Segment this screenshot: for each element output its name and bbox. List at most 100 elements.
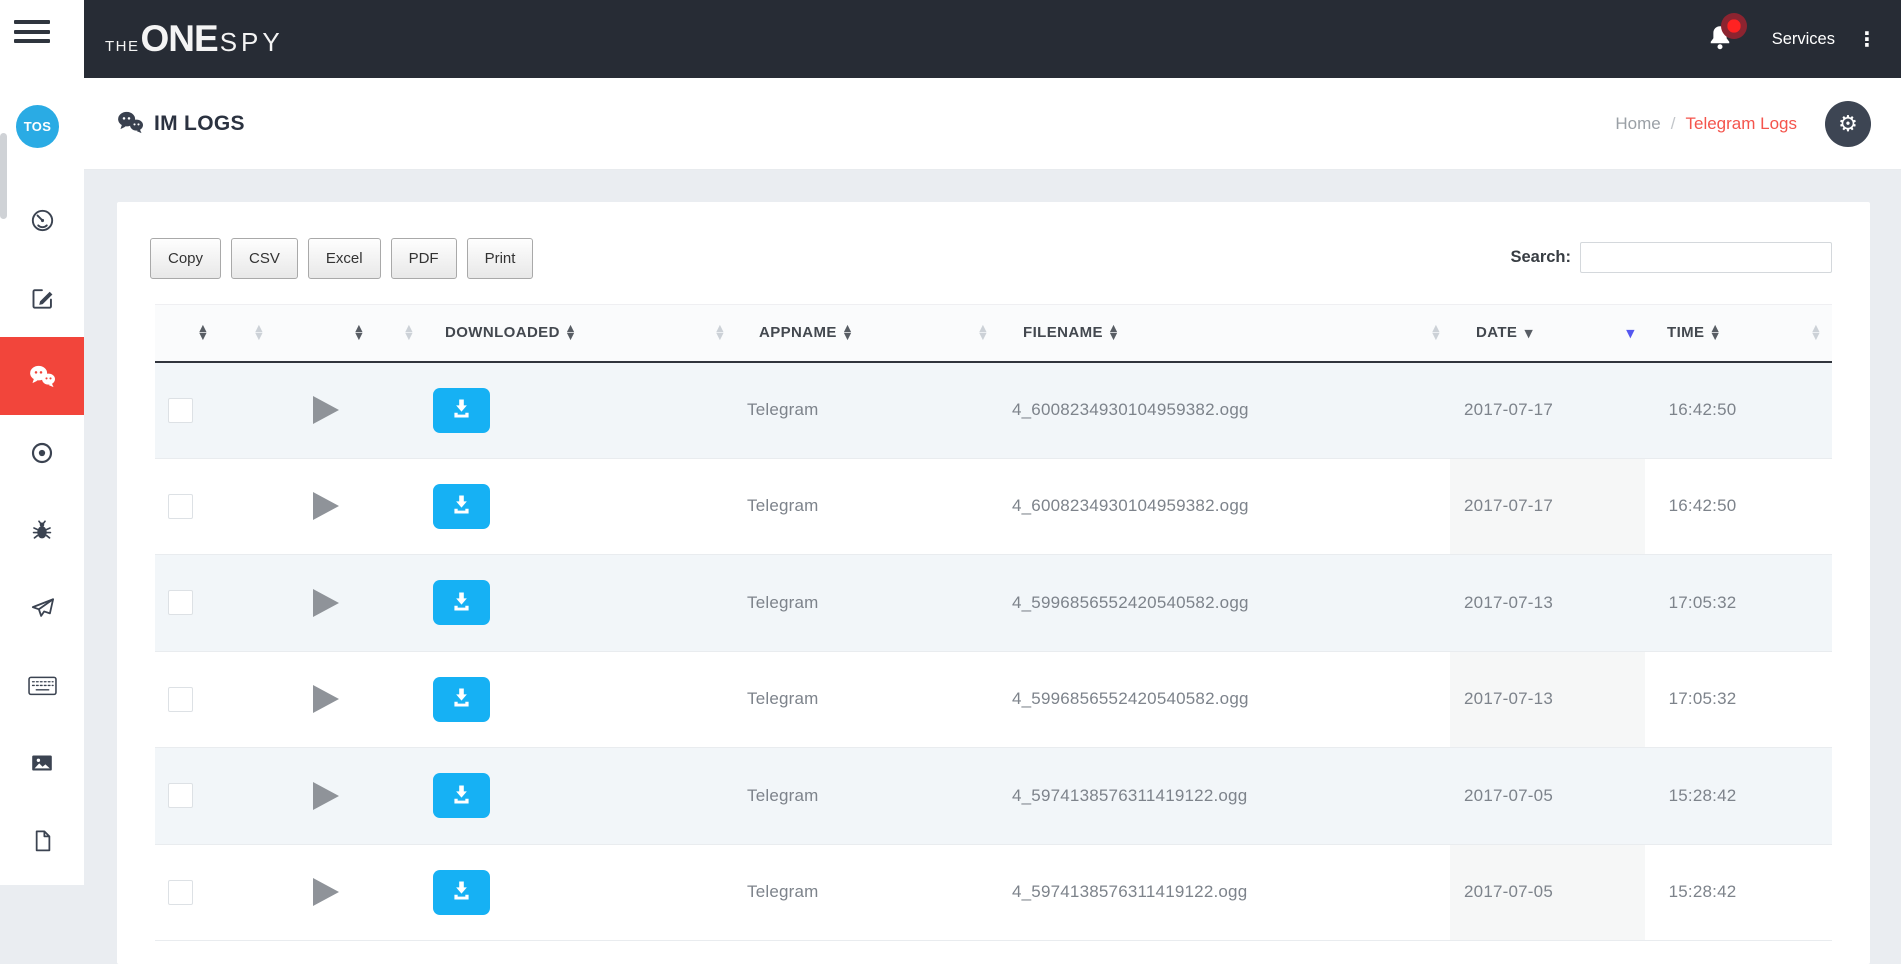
sort-icon: ▲ ▼ bbox=[255, 323, 263, 343]
column-label: DOWNLOADED bbox=[445, 324, 560, 342]
search-input[interactable] bbox=[1580, 242, 1832, 273]
sidebar-item-dashboard[interactable] bbox=[0, 182, 84, 260]
cell-date: 2017-07-17 bbox=[1450, 458, 1567, 555]
breadcrumb: Home / Telegram Logs bbox=[1615, 78, 1797, 170]
play-button[interactable] bbox=[313, 396, 339, 424]
cell-filename: 4_5996856552420540582.ogg bbox=[997, 554, 1287, 652]
search-wrap: Search: bbox=[1510, 242, 1832, 273]
column-header-hidden-1[interactable]: ▲ ▼ bbox=[217, 304, 293, 363]
column-header-date[interactable]: DATE ▼ bbox=[1450, 304, 1567, 363]
play-button[interactable] bbox=[313, 588, 339, 617]
notifications-bell-icon[interactable] bbox=[1704, 13, 1747, 56]
cell-hidden bbox=[1567, 651, 1645, 748]
breadcrumb-separator: / bbox=[1670, 114, 1676, 133]
sidebar-nav bbox=[0, 182, 84, 880]
download-button[interactable] bbox=[433, 676, 490, 722]
cell-hidden bbox=[1567, 747, 1645, 845]
cell-time: 17:05:32 bbox=[1645, 554, 1760, 652]
column-header-hidden-4[interactable]: ▲ ▼ bbox=[914, 304, 997, 363]
sidebar-item-document[interactable] bbox=[0, 802, 84, 880]
cell-hidden bbox=[1287, 458, 1450, 555]
sidebar-item-send[interactable] bbox=[0, 570, 84, 648]
services-menu[interactable]: Services bbox=[1766, 29, 1841, 50]
hamburger-menu-icon[interactable] bbox=[14, 20, 50, 49]
cell-select bbox=[155, 747, 217, 845]
sort-icon: ▲ ▼ bbox=[1432, 323, 1440, 343]
column-header-hidden-6[interactable]: ▼ bbox=[1567, 304, 1645, 363]
excel-button[interactable]: Excel bbox=[307, 238, 381, 279]
breadcrumb-home-link[interactable]: Home bbox=[1615, 114, 1660, 134]
cell-play bbox=[293, 458, 373, 555]
csv-button[interactable]: CSV bbox=[231, 238, 298, 279]
sidebar-item-image[interactable] bbox=[0, 725, 84, 803]
cell-select bbox=[155, 651, 217, 748]
row-checkbox[interactable] bbox=[168, 397, 193, 423]
cell-time: 16:42:50 bbox=[1645, 458, 1760, 555]
sort-icon: ▲ ▼ bbox=[199, 323, 207, 343]
logo-spy: SPY bbox=[219, 27, 284, 57]
play-button[interactable] bbox=[313, 492, 339, 521]
cell-select bbox=[155, 844, 217, 941]
cell-hidden bbox=[1287, 554, 1450, 652]
column-header-play[interactable]: ▲ ▼ bbox=[293, 304, 373, 363]
cell-hidden bbox=[640, 747, 734, 845]
bug-icon bbox=[29, 518, 55, 544]
sidebar-item-chat[interactable] bbox=[0, 337, 84, 415]
cell-date: 2017-07-13 bbox=[1450, 651, 1567, 748]
cell-hidden bbox=[373, 361, 433, 459]
download-button[interactable] bbox=[433, 869, 490, 915]
cell-download bbox=[433, 747, 640, 845]
play-button[interactable] bbox=[313, 781, 339, 810]
download-button[interactable] bbox=[433, 387, 490, 433]
download-button[interactable] bbox=[433, 483, 490, 529]
row-checkbox[interactable] bbox=[168, 879, 193, 905]
cell-select bbox=[155, 361, 217, 459]
column-header-hidden-3[interactable]: ▲ ▼ bbox=[640, 304, 734, 363]
settings-gear-button[interactable]: ⚙ bbox=[1825, 101, 1871, 147]
download-button[interactable] bbox=[433, 773, 490, 819]
brand-logo[interactable]: THE ONE SPY bbox=[105, 20, 284, 58]
kebab-menu-icon[interactable]: ⋮ bbox=[1855, 27, 1879, 51]
copy-button[interactable]: Copy bbox=[150, 238, 222, 279]
cell-appname: Telegram bbox=[734, 361, 914, 459]
column-header-hidden-7[interactable]: ▲ ▼ bbox=[1760, 304, 1832, 363]
row-checkbox[interactable] bbox=[168, 493, 193, 519]
sidebar-item-keyboard[interactable] bbox=[0, 647, 84, 725]
play-button[interactable] bbox=[313, 685, 339, 714]
cell-hidden bbox=[1760, 458, 1832, 555]
column-header-downloaded[interactable]: DOWNLOADED ▲ ▼ bbox=[433, 304, 640, 363]
sidebar-item-bug[interactable] bbox=[0, 492, 84, 570]
cell-play bbox=[293, 844, 373, 941]
row-checkbox[interactable] bbox=[168, 783, 193, 809]
print-button[interactable]: Print bbox=[466, 238, 534, 279]
column-header-filename[interactable]: FILENAME ▲ ▼ bbox=[997, 304, 1287, 363]
column-header-hidden-2[interactable]: ▲ ▼ bbox=[373, 304, 433, 363]
column-header-hidden-5[interactable]: ▲ ▼ bbox=[1287, 304, 1450, 363]
cell-hidden bbox=[1567, 458, 1645, 555]
cell-filename: 4_6008234930104959382.ogg bbox=[997, 458, 1287, 555]
column-header-select[interactable]: ▲ ▼ bbox=[155, 304, 217, 363]
row-checkbox[interactable] bbox=[168, 686, 193, 712]
chat-icon bbox=[27, 362, 57, 389]
cell-hidden bbox=[217, 651, 293, 748]
sort-icon: ▲ ▼ bbox=[716, 323, 724, 343]
cell-play bbox=[293, 651, 373, 748]
play-button[interactable] bbox=[313, 878, 339, 907]
sidebar-item-target[interactable] bbox=[0, 415, 84, 493]
avatar[interactable]: TOS bbox=[16, 105, 59, 148]
table-row: Telegram 4_6008234930104959382.ogg 2017-07… bbox=[155, 458, 1832, 555]
pdf-button[interactable]: PDF bbox=[390, 238, 457, 279]
column-label: TIME bbox=[1667, 324, 1705, 342]
sidebar-item-compose[interactable] bbox=[0, 260, 84, 338]
column-header-appname[interactable]: APPNAME ▲ ▼ bbox=[734, 304, 914, 363]
cell-date: 2017-07-17 bbox=[1450, 361, 1567, 459]
cell-filename: 4_5996856552420540582.ogg bbox=[997, 651, 1287, 748]
page-header: IM LOGS Home / Telegram Logs ⚙ bbox=[84, 78, 1901, 170]
column-header-time[interactable]: TIME ▲ ▼ bbox=[1645, 304, 1760, 363]
row-checkbox[interactable] bbox=[168, 590, 193, 616]
download-icon bbox=[450, 493, 473, 519]
download-button[interactable] bbox=[433, 580, 490, 626]
cell-play bbox=[293, 361, 373, 459]
sort-icon: ▲ ▼ bbox=[566, 323, 575, 343]
table-body: Telegram 4_6008234930104959382.ogg 2017-07… bbox=[155, 361, 1832, 941]
